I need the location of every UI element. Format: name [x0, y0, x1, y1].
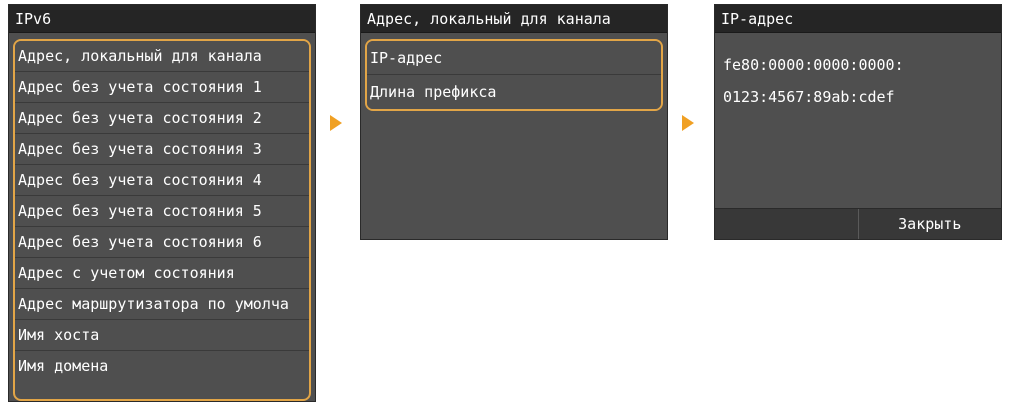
- ipv6-menu-list: Адрес, локальный для канала Адрес без уч…: [13, 39, 311, 401]
- menu-item-stateless-address-1[interactable]: Адрес без учета состояния 1: [15, 72, 309, 103]
- menu-item-stateless-address-3[interactable]: Адрес без учета состояния 3: [15, 134, 309, 165]
- ip-address-screen: IP-адрес fe80:0000:0000:0000: 0123:4567:…: [714, 4, 1002, 240]
- ip-address-line-1: fe80:0000:0000:0000:: [723, 56, 904, 74]
- menu-item-domain-name[interactable]: Имя домена: [15, 351, 309, 382]
- ip-address-value: fe80:0000:0000:0000: 0123:4567:89ab:cdef: [715, 33, 1001, 121]
- menu-item-stateless-address-2[interactable]: Адрес без учета состояния 2: [15, 103, 309, 134]
- screen-title: IPv6: [9, 5, 315, 33]
- menu-item-prefix-length[interactable]: Длина префикса: [367, 75, 661, 109]
- menu-item-stateful-address[interactable]: Адрес с учетом состояния: [15, 258, 309, 289]
- screen-title: Адрес, локальный для канала: [361, 5, 667, 33]
- menu-item-stateless-address-5[interactable]: Адрес без учета состояния 5: [15, 196, 309, 227]
- right-arrow-icon: [330, 115, 342, 131]
- menu-item-default-router-address[interactable]: Адрес маршрутизатора по умолча: [15, 289, 309, 320]
- right-arrow-icon: [682, 115, 694, 131]
- menu-item-link-local-address[interactable]: Адрес, локальный для канала: [15, 41, 309, 72]
- empty-button: [715, 209, 858, 239]
- menu-item-stateless-address-6[interactable]: Адрес без учета состояния 6: [15, 227, 309, 258]
- ipv6-menu-screen: IPv6 Адрес, локальный для канала Адрес б…: [8, 4, 316, 402]
- menu-item-ip-address[interactable]: IP-адрес: [367, 41, 661, 75]
- bottom-button-bar: Закрыть: [715, 208, 1001, 239]
- close-button[interactable]: Закрыть: [857, 209, 1001, 239]
- menu-item-host-name[interactable]: Имя хоста: [15, 320, 309, 351]
- link-local-menu-list: IP-адрес Длина префикса: [365, 39, 663, 111]
- link-local-address-screen: Адрес, локальный для канала IP-адрес Дли…: [360, 4, 668, 240]
- menu-item-stateless-address-4[interactable]: Адрес без учета состояния 4: [15, 165, 309, 196]
- ip-address-line-2: 0123:4567:89ab:cdef: [723, 88, 895, 106]
- screen-title: IP-адрес: [715, 5, 1001, 33]
